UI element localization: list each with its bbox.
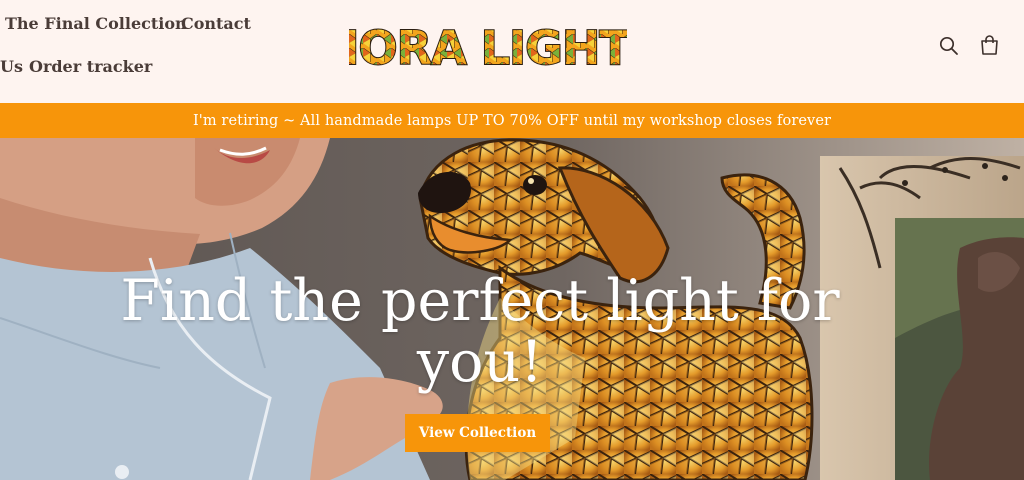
announcement-bar: I'm retiring ~ All handmade lamps UP TO … xyxy=(0,103,1024,138)
cart-icon[interactable] xyxy=(980,35,999,56)
hero-banner: Find the perfect light for you! View Col… xyxy=(0,138,1024,480)
liora-lights-logo[interactable]: LIORA LIGHTS xyxy=(349,20,627,70)
nav-link-order-tracker[interactable]: Order tracker xyxy=(29,57,152,76)
view-collection-button[interactable]: View Collection xyxy=(405,414,550,452)
nav-link-about-us[interactable]: Us xyxy=(0,57,23,76)
hero-title: Find the perfect light for you! xyxy=(120,268,840,395)
nav-link-contact[interactable]: Contact xyxy=(181,14,251,33)
site-header: The Final Collection Contact Us Order tr… xyxy=(0,0,1024,103)
logo-text: LIORA LIGHTS xyxy=(349,21,627,70)
search-icon[interactable] xyxy=(939,36,959,56)
announcement-text: I'm retiring ~ All handmade lamps UP TO … xyxy=(192,112,832,129)
nav-link-final-collection[interactable]: The Final Collection xyxy=(5,14,187,33)
